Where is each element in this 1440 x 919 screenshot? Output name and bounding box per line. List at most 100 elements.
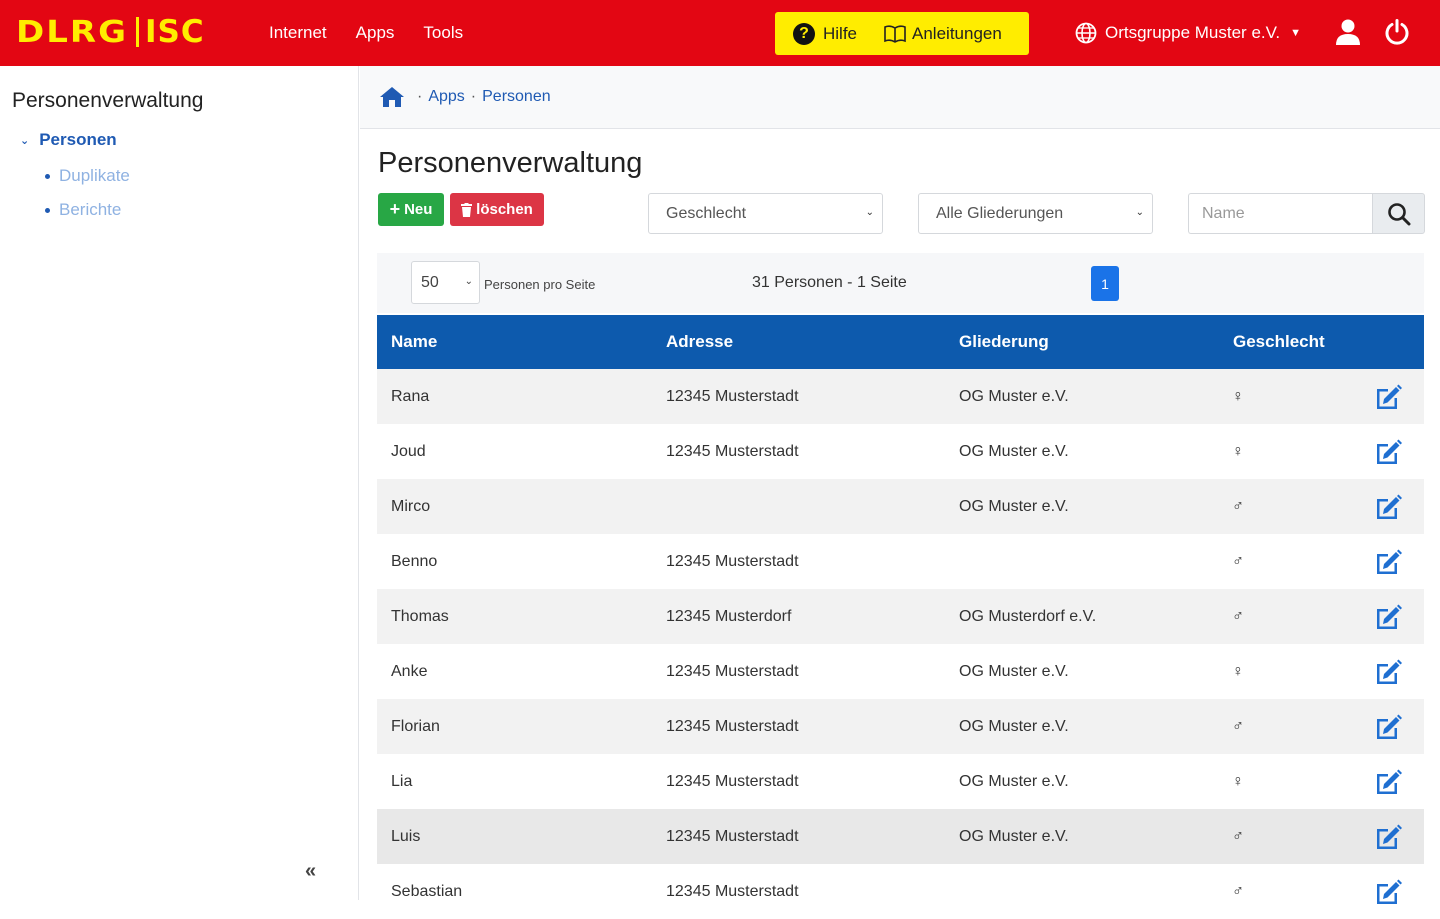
division-filter-select[interactable]: Alle Gliederungen ⌄ [918, 193, 1153, 234]
power-icon[interactable] [1384, 19, 1410, 50]
chevron-down-icon: ⌄ [865, 207, 874, 218]
cell-gender: ♀ [1232, 388, 1244, 405]
cell-name: Thomas [391, 608, 449, 625]
edit-icon[interactable] [1374, 439, 1402, 470]
edit-icon[interactable] [1374, 824, 1402, 855]
edit-icon[interactable] [1374, 714, 1402, 745]
column-header-gender[interactable]: Geschlecht [1233, 332, 1325, 352]
column-header-division[interactable]: Gliederung [959, 332, 1049, 352]
logo-divider [135, 17, 139, 47]
edit-icon[interactable] [1374, 879, 1402, 910]
cell-name: Mirco [391, 498, 431, 515]
cell-gender: ♂ [1232, 553, 1244, 570]
table-row[interactable]: Sebastian 12345 Musterstadt ♂ [377, 864, 1424, 919]
cell-gender: ♂ [1232, 498, 1244, 515]
cell-division: OG Muster e.V. [959, 498, 1069, 515]
cell-address: 12345 Musterstadt [666, 553, 799, 570]
dlrg-isc-logo[interactable]: DLRG ISC [16, 14, 205, 50]
cell-division: OG Muster e.V. [959, 718, 1069, 735]
gender-filter-select[interactable]: Geschlecht ⌄ [648, 193, 883, 234]
cell-address: 12345 Musterstadt [666, 883, 799, 900]
user-icon[interactable] [1336, 19, 1360, 50]
per-page-select[interactable]: 50 ⌄ [411, 261, 480, 304]
cell-name: Benno [391, 553, 438, 570]
question-icon: ? [793, 22, 815, 45]
new-button[interactable]: + Neu [378, 193, 444, 226]
cell-name: Florian [391, 718, 440, 735]
chevron-down-icon: ⌄ [1135, 207, 1144, 218]
edit-icon[interactable] [1374, 384, 1402, 415]
table-row[interactable]: Lia 12345 Musterstadt OG Muster e.V. ♀ [377, 754, 1424, 809]
cell-address: 12345 Musterstadt [666, 443, 799, 460]
breadcrumb-apps[interactable]: Apps [428, 88, 464, 106]
home-icon[interactable] [379, 86, 405, 108]
table-row[interactable]: Florian 12345 Musterstadt OG Muster e.V. ♂ [377, 699, 1424, 754]
cell-name: Joud [391, 443, 426, 460]
sidebar-item-berichte[interactable]: Berichte [45, 200, 121, 220]
org-selector[interactable]: Ortsgruppe Muster e.V. ▼ [1075, 0, 1301, 66]
sidebar-item-duplikate[interactable]: Duplikate [45, 166, 130, 186]
cell-gender: ♀ [1232, 773, 1244, 790]
search-icon [1387, 202, 1411, 226]
book-icon [884, 24, 906, 43]
per-page-label: Personen pro Seite [484, 277, 596, 292]
edit-icon[interactable] [1374, 659, 1402, 690]
trash-icon [461, 202, 473, 217]
guides-link[interactable]: Anleitungen [912, 24, 1002, 44]
page-button-1[interactable]: 1 [1091, 266, 1119, 301]
search-input[interactable]: Name [1188, 193, 1372, 234]
search-button[interactable] [1372, 193, 1425, 234]
cell-name: Lia [391, 773, 413, 790]
edit-icon[interactable] [1374, 549, 1402, 580]
plus-icon: + [389, 199, 401, 219]
cell-gender: ♂ [1232, 883, 1244, 900]
cell-division: OG Muster e.V. [959, 773, 1069, 790]
column-header-address[interactable]: Adresse [666, 332, 733, 352]
nav-tools[interactable]: Tools [423, 23, 463, 43]
edit-icon[interactable] [1374, 604, 1402, 635]
cell-division: OG Muster e.V. [959, 828, 1069, 845]
pagination-bar: 50 ⌄ Personen pro Seite 31 Personen - 1 … [377, 253, 1424, 313]
nav-internet[interactable]: Internet [269, 23, 327, 43]
table-row[interactable]: Rana 12345 Musterstadt OG Muster e.V. ♀ [377, 369, 1424, 424]
edit-icon[interactable] [1374, 769, 1402, 800]
table-row[interactable]: Joud 12345 Musterstadt OG Muster e.V. ♀ [377, 424, 1424, 479]
breadcrumb-personen[interactable]: Personen [482, 88, 551, 106]
chevron-down-icon: ⌄ [464, 276, 473, 287]
top-navbar: DLRG ISC Internet Apps Tools ? Hilfe Anl… [0, 0, 1440, 66]
cell-address: 12345 Musterstadt [666, 828, 799, 845]
globe-icon [1075, 22, 1097, 44]
breadcrumb: · Apps · Personen [360, 66, 1440, 129]
sidebar-item-label: Personen [39, 130, 117, 149]
cell-name: Luis [391, 828, 421, 845]
delete-button[interactable]: löschen [450, 193, 544, 226]
help-box: ? Hilfe Anleitungen [775, 12, 1029, 55]
table-row[interactable]: Anke 12345 Musterstadt OG Muster e.V. ♀ [377, 644, 1424, 699]
cell-division: OG Muster e.V. [959, 388, 1069, 405]
caret-down-icon: ▼ [1290, 27, 1302, 39]
edit-icon[interactable] [1374, 494, 1402, 525]
page-title: Personenverwaltung [378, 147, 643, 179]
result-count: 31 Personen - 1 Seite [752, 274, 907, 291]
table-row[interactable]: Mirco OG Muster e.V. ♂ [377, 479, 1424, 534]
table-row[interactable]: Thomas 12345 Musterdorf OG Musterdorf e.V.… [377, 589, 1424, 644]
table-row[interactable]: Luis 12345 Musterstadt OG Muster e.V. ♂ [377, 809, 1424, 864]
cell-name: Anke [391, 663, 428, 680]
cell-gender: ♂ [1232, 718, 1244, 735]
cell-division: OG Muster e.V. [959, 443, 1069, 460]
cell-address: 12345 Musterstadt [666, 718, 799, 735]
cell-gender: ♀ [1232, 663, 1244, 680]
collapse-sidebar-button[interactable]: « [305, 860, 316, 883]
sidebar-item-personen[interactable]: ⌄ Personen [20, 130, 117, 150]
sidebar-item-label: Berichte [59, 200, 122, 219]
column-header-name[interactable]: Name [391, 332, 437, 352]
table-row[interactable]: Benno 12345 Musterstadt ♂ [377, 534, 1424, 589]
cell-address: 12345 Musterstadt [666, 773, 799, 790]
top-nav: Internet Apps Tools [269, 0, 492, 66]
logo-dlrg-text: DLRG [16, 14, 128, 50]
help-link[interactable]: Hilfe [823, 24, 857, 44]
cell-gender: ♂ [1232, 608, 1244, 625]
nav-apps[interactable]: Apps [356, 23, 395, 43]
cell-gender: ♀ [1232, 443, 1244, 460]
bullet-icon [45, 173, 50, 179]
